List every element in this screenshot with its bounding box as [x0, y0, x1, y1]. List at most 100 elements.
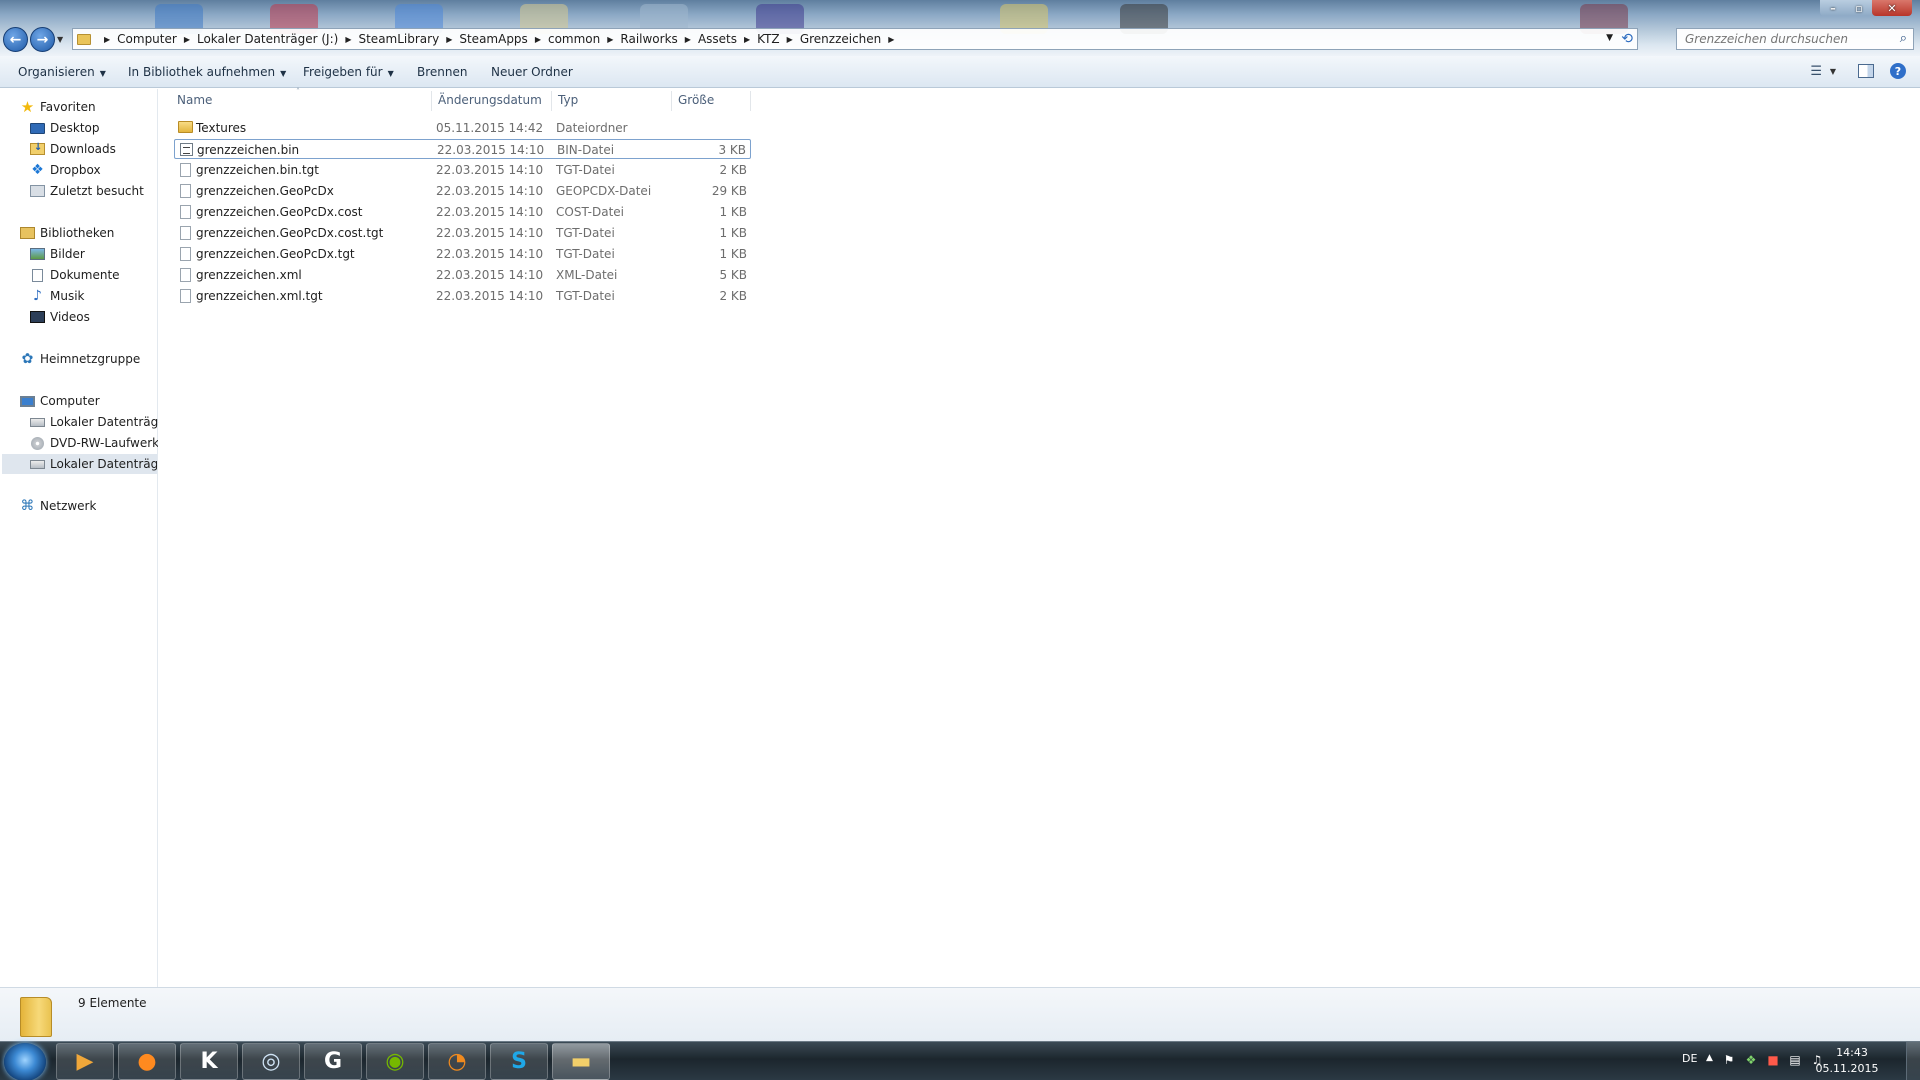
- breadcrumb-separator-icon[interactable]: ▶: [888, 35, 894, 44]
- breadcrumb-common[interactable]: common: [548, 32, 600, 46]
- column-divider[interactable]: [431, 91, 432, 111]
- file-row[interactable]: grenzzeichen.GeoPcDx.tgt 22.03.2015 14:1…: [174, 244, 751, 264]
- breadcrumb-separator-icon[interactable]: ▶: [345, 35, 351, 44]
- breadcrumb-ktz[interactable]: KTZ: [757, 32, 780, 46]
- close-button[interactable]: ✕: [1872, 0, 1912, 16]
- column-divider[interactable]: [671, 91, 672, 111]
- breadcrumb-separator-icon[interactable]: ▶: [446, 35, 452, 44]
- nav-dropbox[interactable]: ❖ Dropbox: [30, 160, 100, 180]
- file-row[interactable]: grenzzeichen.bin.tgt 22.03.2015 14:10 TG…: [174, 160, 751, 180]
- file-row[interactable]: Textures 05.11.2015 14:42 Dateiordner: [174, 118, 751, 138]
- search-input[interactable]: [1677, 32, 1882, 46]
- explorer-icon[interactable]: ▬: [552, 1043, 610, 1080]
- breadcrumb-separator-icon[interactable]: ▶: [607, 35, 613, 44]
- breadcrumb-separator-icon[interactable]: ▶: [184, 35, 190, 44]
- file-row[interactable]: grenzzeichen.GeoPcDx.cost 22.03.2015 14:…: [174, 202, 751, 222]
- maximize-button[interactable]: ▫: [1846, 0, 1872, 16]
- burn-button[interactable]: Brennen: [417, 65, 467, 79]
- search-box[interactable]: ⌕: [1676, 28, 1914, 50]
- minimize-button[interactable]: –: [1820, 0, 1846, 16]
- forward-button[interactable]: →: [30, 27, 55, 52]
- network-status-icon[interactable]: ▤: [1788, 1053, 1802, 1067]
- antivirus-icon[interactable]: ■: [1766, 1053, 1780, 1067]
- file-row[interactable]: grenzzeichen.xml.tgt 22.03.2015 14:10 TG…: [174, 286, 751, 306]
- nav-downloads[interactable]: Downloads: [30, 139, 116, 159]
- nav-label: Desktop: [50, 121, 100, 135]
- file-row[interactable]: grenzzeichen.xml 22.03.2015 14:10 XML-Da…: [174, 265, 751, 285]
- homegroup-icon: ✿: [21, 351, 34, 367]
- column-header-type[interactable]: Typ: [558, 93, 578, 113]
- file-row[interactable]: grenzzeichen.GeoPcDx 22.03.2015 14:10 GE…: [174, 181, 751, 201]
- documents-icon: [30, 268, 45, 282]
- recent-pages-dropdown[interactable]: ▼: [57, 35, 63, 44]
- nav-music[interactable]: ♪ Musik: [30, 286, 84, 306]
- breadcrumb-computer[interactable]: Computer: [117, 32, 177, 46]
- address-history-dropdown-icon[interactable]: ▼: [1606, 33, 1613, 43]
- new-folder-button[interactable]: Neuer Ordner: [491, 65, 573, 79]
- help-button[interactable]: ?: [1890, 63, 1906, 79]
- g-app-icon[interactable]: G: [304, 1043, 362, 1080]
- language-indicator[interactable]: DE: [1682, 1052, 1697, 1065]
- file-row[interactable]: grenzzeichen.GeoPcDx.cost.tgt 22.03.2015…: [174, 223, 751, 243]
- address-bar[interactable]: ▶ Computer ▶ Lokaler Datenträger (J:) ▶ …: [72, 28, 1638, 50]
- column-header-size[interactable]: Größe: [678, 93, 714, 113]
- breadcrumb-separator-icon[interactable]: ▶: [104, 35, 110, 44]
- firefox-icon[interactable]: ●: [118, 1043, 176, 1080]
- breadcrumb-separator-icon[interactable]: ▶: [787, 35, 793, 44]
- refresh-icon[interactable]: ⟲: [1621, 31, 1633, 47]
- nav-libraries[interactable]: Bibliotheken: [20, 223, 114, 243]
- clock-date[interactable]: 05.11.2015: [1812, 1062, 1882, 1075]
- file-icon: [180, 247, 191, 261]
- column-divider[interactable]: [750, 91, 751, 111]
- organize-button[interactable]: Organisieren ▼: [18, 65, 106, 79]
- include-in-library-button[interactable]: In Bibliothek aufnehmen ▼: [128, 65, 286, 79]
- breadcrumb-assets[interactable]: Assets: [698, 32, 737, 46]
- media-player-icon[interactable]: ▶: [56, 1043, 114, 1080]
- blender-icon[interactable]: ◔: [428, 1043, 486, 1080]
- clock-time[interactable]: 14:43: [1822, 1046, 1882, 1059]
- file-row[interactable]: grenzzeichen.bin 22.03.2015 14:10 BIN-Da…: [174, 139, 751, 159]
- preview-pane-button[interactable]: [1858, 64, 1874, 78]
- file-size: 5 KB: [719, 268, 747, 282]
- nav-network[interactable]: ⌘ Netzwerk: [20, 496, 97, 516]
- nav-computer[interactable]: Computer: [20, 391, 100, 411]
- back-button[interactable]: ←: [3, 27, 28, 52]
- show-hidden-icons-icon[interactable]: ▲: [1706, 1053, 1713, 1063]
- share-with-button[interactable]: Freigeben für ▼: [303, 65, 394, 79]
- breadcrumb-separator-icon[interactable]: ▶: [535, 35, 541, 44]
- search-icon[interactable]: ⌕: [1900, 31, 1907, 46]
- file-type: BIN-Datei: [557, 143, 615, 157]
- nav-desktop[interactable]: Desktop: [30, 118, 100, 138]
- nav-label: Netzwerk: [40, 499, 97, 513]
- steam-icon[interactable]: ◎: [242, 1043, 300, 1080]
- show-desktop-button[interactable]: [1906, 1042, 1920, 1080]
- chevron-down-icon[interactable]: ▼: [1830, 67, 1836, 76]
- action-center-flag-icon[interactable]: ⚑: [1722, 1053, 1736, 1067]
- nav-videos[interactable]: Videos: [30, 307, 90, 327]
- nav-local-disk-c[interactable]: Lokaler Datenträger: [30, 412, 171, 432]
- k-app-icon[interactable]: K: [180, 1043, 238, 1080]
- nav-documents[interactable]: Dokumente: [30, 265, 120, 285]
- breadcrumb-separator-icon[interactable]: ▶: [685, 35, 691, 44]
- nav-pictures[interactable]: Bilder: [30, 244, 85, 264]
- breadcrumb-grenzzeichen[interactable]: Grenzzeichen: [800, 32, 881, 46]
- nvidia-icon[interactable]: ◉: [366, 1043, 424, 1080]
- column-divider[interactable]: [551, 91, 552, 111]
- breadcrumb-steamlibrary[interactable]: SteamLibrary: [358, 32, 439, 46]
- breadcrumb-railworks[interactable]: Railworks: [620, 32, 677, 46]
- column-header-name[interactable]: Name: [177, 93, 212, 113]
- file-name: grenzzeichen.GeoPcDx.cost: [196, 205, 363, 219]
- nav-dvd-drive[interactable]: DVD-RW-Laufwerk (: [30, 433, 158, 453]
- breadcrumb-steamapps[interactable]: SteamApps: [459, 32, 527, 46]
- nav-recent-places[interactable]: Zuletzt besucht: [30, 181, 144, 201]
- start-button[interactable]: [4, 1043, 46, 1080]
- nav-homegroup[interactable]: ✿ Heimnetzgruppe: [20, 349, 141, 369]
- breadcrumb-separator-icon[interactable]: ▶: [744, 35, 750, 44]
- skype-icon[interactable]: S: [490, 1043, 548, 1080]
- dropbox-tray-icon[interactable]: ❖: [1744, 1053, 1758, 1067]
- nav-favorites[interactable]: ★ Favoriten: [20, 97, 96, 117]
- nav-local-disk-j[interactable]: Lokaler Datenträger: [2, 454, 157, 474]
- column-header-date[interactable]: Änderungsdatum: [438, 93, 542, 113]
- breadcrumb-drive[interactable]: Lokaler Datenträger (J:): [197, 32, 338, 46]
- change-view-icon[interactable]: ☰: [1810, 64, 1822, 79]
